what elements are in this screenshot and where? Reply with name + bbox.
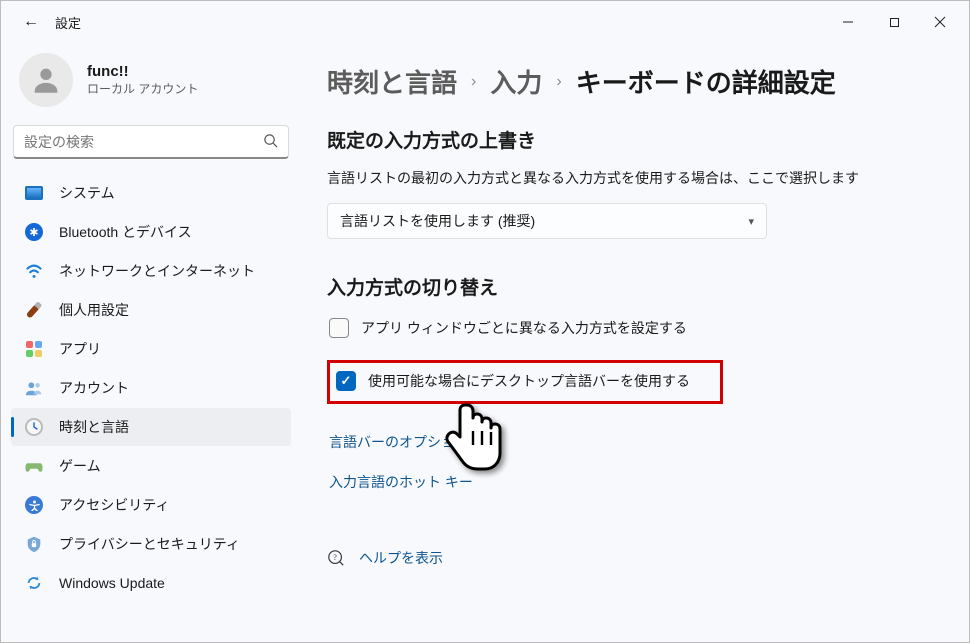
sidebar-item-label: Windows Update (59, 575, 165, 591)
sidebar: func!! ローカル アカウント システム ✱ Bluetooth とデバイス (1, 43, 301, 642)
search-box[interactable] (13, 125, 289, 159)
windows-update-icon (23, 572, 45, 594)
svg-text:?: ? (333, 554, 337, 563)
sidebar-item-network[interactable]: ネットワークとインターネット (11, 252, 291, 290)
time-language-icon (23, 416, 45, 438)
breadcrumb-seg-input[interactable]: 入力 (490, 63, 542, 100)
default-input-method-dropdown[interactable]: 言語リストを使用します (推奨) ▾ (327, 203, 767, 239)
main-content: 時刻と言語 › 入力 › キーボードの詳細設定 既定の入力方式の上書き 言語リス… (301, 43, 969, 642)
back-button[interactable]: ← (17, 8, 45, 36)
sidebar-item-label: ネットワークとインターネット (59, 261, 255, 281)
back-arrow-icon: ← (23, 13, 39, 31)
profile-account-type: ローカル アカウント (87, 80, 198, 97)
heading-switching-input-methods: 入力方式の切り替え (327, 273, 947, 300)
dropdown-value: 言語リストを使用します (推奨) (340, 211, 748, 231)
sidebar-item-label: システム (59, 183, 115, 203)
sidebar-item-time-language[interactable]: 時刻と言語 (11, 408, 291, 446)
privacy-icon (23, 533, 45, 555)
personalization-icon (23, 299, 45, 321)
sidebar-item-label: アカウント (59, 378, 129, 398)
sidebar-item-label: ゲーム (59, 456, 101, 476)
link-language-bar-options[interactable]: 言語バーのオプション (329, 432, 947, 452)
bluetooth-icon: ✱ (23, 221, 45, 243)
accessibility-icon (23, 494, 45, 516)
person-icon (29, 63, 63, 97)
window-title: 設定 (55, 13, 81, 32)
help-label: ヘルプを表示 (359, 548, 443, 568)
sidebar-item-gaming[interactable]: ゲーム (11, 447, 291, 485)
titlebar: ← 設定 (1, 1, 969, 43)
sidebar-item-personalization[interactable]: 個人用設定 (11, 291, 291, 329)
checkbox-label: 使用可能な場合にデスクトップ言語バーを使用する (368, 371, 690, 391)
maximize-button[interactable] (871, 6, 917, 38)
highlighted-option: ✓ 使用可能な場合にデスクトップ言語バーを使用する (327, 360, 723, 404)
sidebar-item-accessibility[interactable]: アクセシビリティ (11, 486, 291, 524)
network-icon (23, 260, 45, 282)
sidebar-item-label: アプリ (59, 339, 101, 359)
override-description: 言語リストの最初の入力方式と異なる入力方式を使用する場合は、ここで選択します (327, 167, 927, 189)
breadcrumb-seg-time-language[interactable]: 時刻と言語 (327, 63, 457, 100)
sidebar-item-label: 時刻と言語 (59, 417, 129, 437)
minimize-button[interactable] (825, 6, 871, 38)
profile-username: func!! (87, 63, 198, 80)
checkbox-checked-icon[interactable]: ✓ (336, 371, 356, 391)
checkbox-row-desktop-language-bar[interactable]: ✓ 使用可能な場合にデスクトップ言語バーを使用する (334, 367, 692, 397)
breadcrumb: 時刻と言語 › 入力 › キーボードの詳細設定 (327, 63, 947, 100)
sidebar-item-label: Bluetooth とデバイス (59, 222, 192, 242)
avatar (19, 53, 73, 107)
sidebar-item-accounts[interactable]: アカウント (11, 369, 291, 407)
system-icon (23, 182, 45, 204)
chevron-right-icon: › (471, 73, 476, 91)
sidebar-item-bluetooth[interactable]: ✱ Bluetooth とデバイス (11, 213, 291, 251)
sidebar-item-label: プライバシーとセキュリティ (59, 534, 240, 554)
sidebar-nav: システム ✱ Bluetooth とデバイス ネットワークとインターネット 個人… (9, 173, 293, 603)
chevron-right-icon: › (556, 73, 561, 91)
search-icon (263, 133, 278, 151)
sidebar-item-system[interactable]: システム (11, 174, 291, 212)
breadcrumb-current: キーボードの詳細設定 (576, 63, 836, 100)
chevron-down-icon: ▾ (748, 215, 754, 228)
apps-icon (23, 338, 45, 360)
checkbox-row-per-app-input[interactable]: アプリ ウィンドウごとに異なる入力方式を設定する (327, 314, 947, 344)
sidebar-item-apps[interactable]: アプリ (11, 330, 291, 368)
help-row[interactable]: ? ヘルプを表示 (327, 548, 947, 568)
link-input-language-hotkeys[interactable]: 入力言語のホット キー (329, 472, 947, 492)
heading-override-default-input: 既定の入力方式の上書き (327, 126, 947, 153)
checkbox-unchecked-icon[interactable] (329, 318, 349, 338)
gaming-icon (23, 455, 45, 477)
checkbox-label: アプリ ウィンドウごとに異なる入力方式を設定する (361, 318, 687, 338)
sidebar-item-label: 個人用設定 (59, 300, 129, 320)
profile-block[interactable]: func!! ローカル アカウント (9, 43, 293, 125)
help-icon: ? (327, 549, 345, 567)
close-button[interactable] (917, 6, 963, 38)
search-input[interactable] (24, 134, 263, 150)
sidebar-item-windows-update[interactable]: Windows Update (11, 564, 291, 602)
sidebar-item-label: アクセシビリティ (59, 495, 169, 515)
sidebar-item-privacy[interactable]: プライバシーとセキュリティ (11, 525, 291, 563)
accounts-icon (23, 377, 45, 399)
